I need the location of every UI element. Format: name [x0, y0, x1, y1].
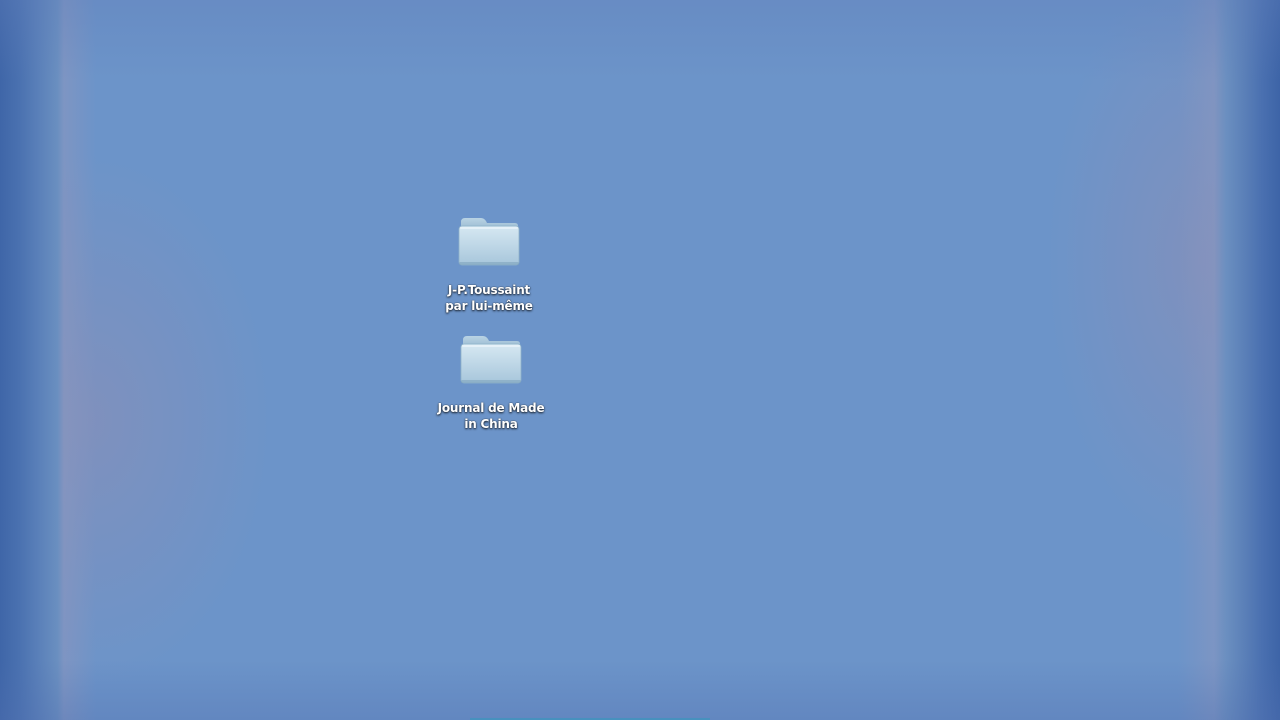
folder-icon [458, 218, 520, 266]
desktop-folder-toussaint[interactable]: J-P.Toussaint par lui-même [429, 216, 549, 314]
desktop-icon-label[interactable]: Journal de Made in China [431, 400, 551, 432]
wallpaper-edge-bottom [0, 660, 1280, 720]
wallpaper-edge-left [0, 0, 320, 720]
desktop-icon-label[interactable]: J-P.Toussaint par lui-même [429, 282, 549, 314]
folder-icon [460, 336, 522, 384]
wallpaper-edge-right [980, 0, 1280, 720]
desktop-background[interactable]: J-P.Toussaint par lui-même Journal de Ma… [0, 0, 1280, 720]
wallpaper-edge-top [0, 0, 1280, 80]
desktop-folder-journal[interactable]: Journal de Made in China [431, 334, 551, 432]
